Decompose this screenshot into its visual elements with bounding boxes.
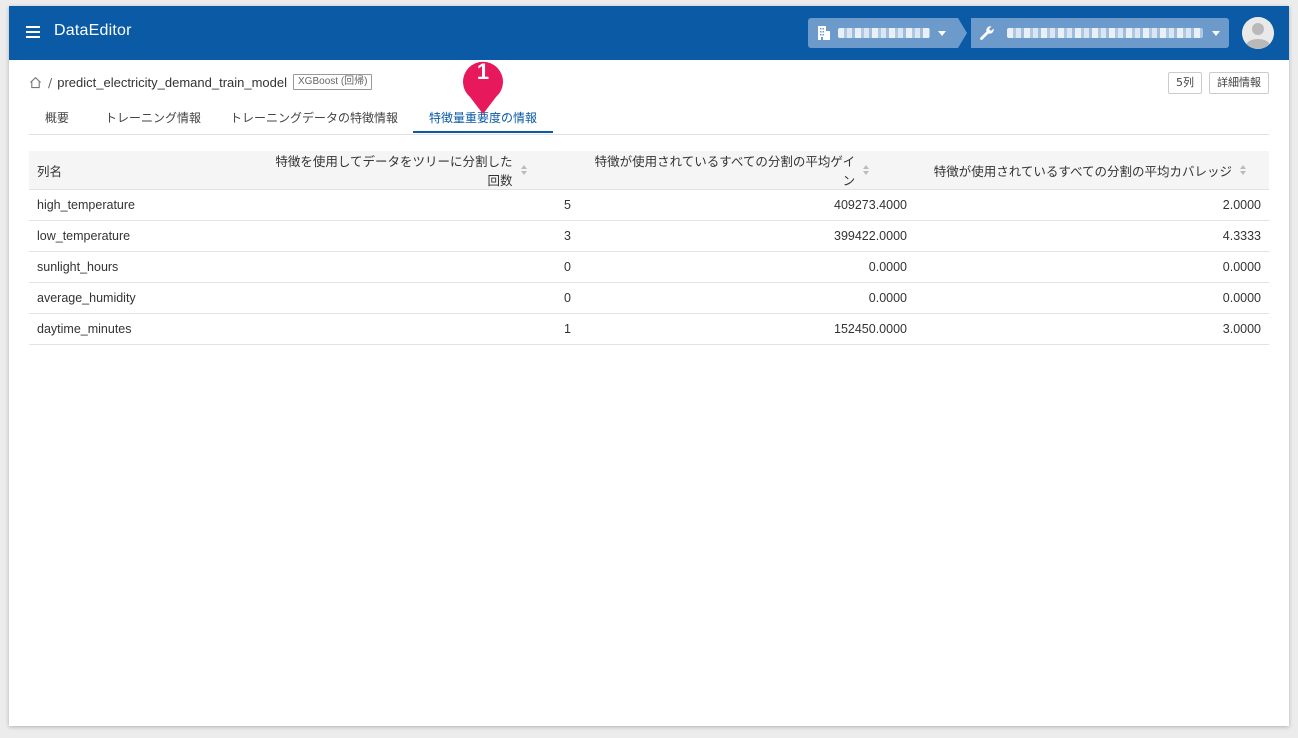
cell-feature-name: average_humidity [29, 282, 263, 314]
top-app-bar: DataEditor [9, 6, 1289, 60]
cell-average-coverage: 3.0000 [915, 313, 1269, 345]
home-icon[interactable] [29, 76, 42, 89]
cell-feature-name: high_temperature [29, 189, 263, 221]
cell-average-gain: 0.0000 [579, 251, 915, 283]
table-row: average_humidity 0 0.0000 0.0000 [29, 282, 1269, 314]
table-row: low_temperature 3 399422.0000 4.3333 [29, 220, 1269, 252]
model-name: predict_electricity_demand_train_model [57, 74, 288, 90]
cell-split-count: 3 [263, 220, 579, 252]
chevron-down-icon [938, 31, 946, 36]
project-name-redacted [1007, 28, 1203, 38]
model-type-badge: XGBoost (回帰) [293, 74, 373, 90]
cell-average-gain: 152450.0000 [579, 313, 915, 345]
organization-select[interactable] [808, 18, 958, 48]
hamburger-menu-icon[interactable] [26, 26, 40, 38]
cell-feature-name: sunlight_hours [29, 251, 263, 283]
tab-training-info[interactable]: トレーニング情報 [89, 104, 217, 133]
app-window: DataEditor / predict_electricity_demand_… [9, 6, 1289, 726]
tab-overview[interactable]: 概要 [29, 104, 85, 133]
cell-split-count: 0 [263, 282, 579, 314]
sort-icon[interactable] [520, 165, 527, 175]
feature-importance-table: 列名 特徴を使用してデータをツリーに分割した回数 特徴が使用されているすべての分… [29, 151, 1269, 345]
column-header-average-gain[interactable]: 特徴が使用されているすべての分割の平均ゲイン [579, 151, 915, 190]
column-header-name[interactable]: 列名 [29, 151, 263, 190]
cell-feature-name: daytime_minutes [29, 313, 263, 345]
building-icon [818, 26, 830, 40]
column-header-average-coverage[interactable]: 特徴が使用されているすべての分割の平均カバレッジ [915, 151, 1269, 190]
column-header-split-count[interactable]: 特徴を使用してデータをツリーに分割した回数 [263, 151, 579, 190]
sort-icon[interactable] [863, 165, 870, 175]
cell-average-coverage: 2.0000 [915, 189, 1269, 221]
table-row: sunlight_hours 0 0.0000 0.0000 [29, 251, 1269, 283]
chevron-down-icon [1212, 31, 1220, 36]
organization-name-redacted [838, 28, 930, 38]
table-header-row: 列名 特徴を使用してデータをツリーに分割した回数 特徴が使用されているすべての分… [29, 151, 1269, 190]
cell-split-count: 0 [263, 251, 579, 283]
table-row: daytime_minutes 1 152450.0000 3.0000 [29, 313, 1269, 345]
cell-average-coverage: 0.0000 [915, 282, 1269, 314]
cell-split-count: 1 [263, 313, 579, 345]
user-avatar-icon[interactable] [1242, 17, 1274, 49]
project-select[interactable] [971, 18, 1229, 48]
breadcrumb-arrow-separator [958, 18, 967, 48]
wrench-icon [980, 26, 994, 40]
cell-average-gain: 399422.0000 [579, 220, 915, 252]
columns-count-button[interactable]: 5列 [1168, 72, 1202, 94]
details-button[interactable]: 詳細情報 [1209, 72, 1269, 94]
sort-icon[interactable] [1240, 165, 1247, 175]
tab-training-data-features[interactable]: トレーニングデータの特徴情報 [219, 104, 409, 133]
tab-bar: 概要 トレーニング情報 トレーニングデータの特徴情報 特徴量重要度の情報 [29, 104, 1269, 135]
cell-split-count: 5 [263, 189, 579, 221]
cell-average-coverage: 0.0000 [915, 251, 1269, 283]
breadcrumb-separator: / [48, 74, 53, 90]
cell-average-gain: 409273.4000 [579, 189, 915, 221]
step-marker-number: 1 [476, 59, 490, 84]
cell-feature-name: low_temperature [29, 220, 263, 252]
breadcrumb: / predict_electricity_demand_train_model… [29, 72, 373, 92]
table-row: high_temperature 5 409273.4000 2.0000 [29, 189, 1269, 221]
cell-average-gain: 0.0000 [579, 282, 915, 314]
cell-average-coverage: 4.3333 [915, 220, 1269, 252]
app-title: DataEditor [54, 22, 132, 39]
